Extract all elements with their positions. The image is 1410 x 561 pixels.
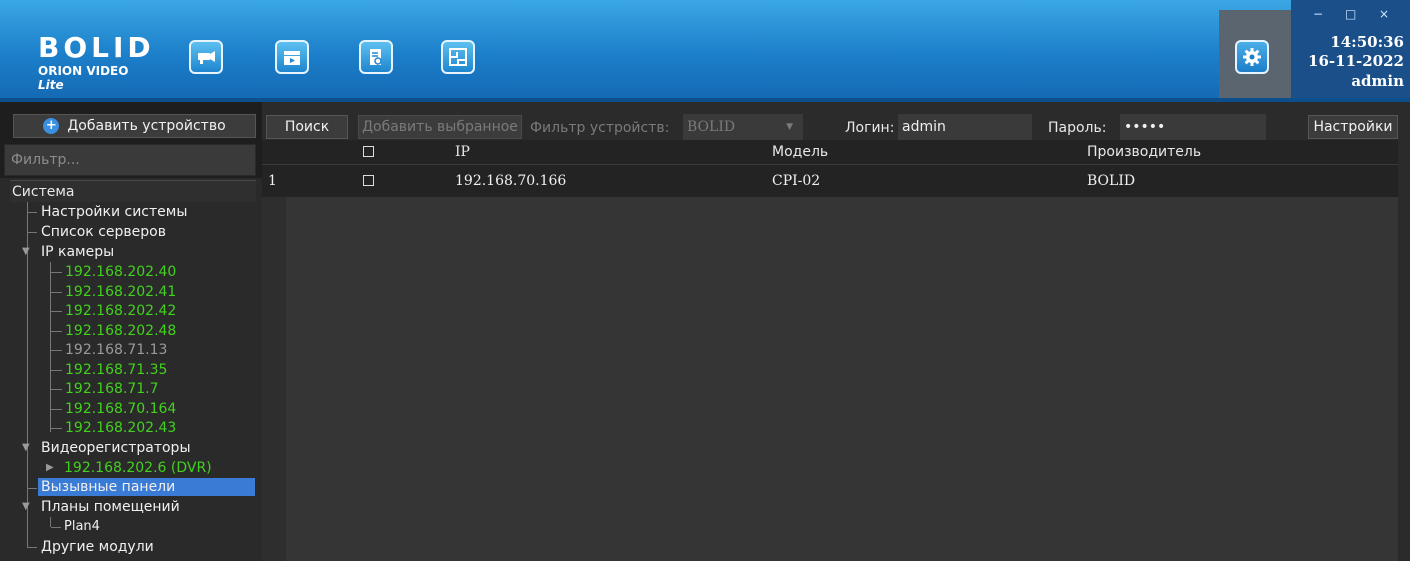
minimize-button[interactable]: − <box>1313 8 1323 20</box>
tree-item-camera[interactable]: 192.168.70.164 <box>65 399 176 419</box>
settings-button[interactable]: Настройки <box>1308 115 1398 139</box>
camera-icon[interactable] <box>189 40 223 74</box>
tree-item-ip-cameras[interactable]: IP камеры <box>41 242 114 262</box>
app-header: BOLID ORION VIDEO Lite − □ × 14:50:36 16… <box>0 0 1410 102</box>
row-gutter <box>262 164 286 561</box>
tree-item-camera[interactable]: 192.168.202.40 <box>65 262 176 282</box>
row-number: 1 <box>268 173 277 189</box>
table-row[interactable]: 1 192.168.70.166 CPI-02 BOLID <box>262 164 1398 197</box>
tree-line <box>51 369 62 371</box>
password-field[interactable]: ••••• <box>1120 114 1266 140</box>
tree-item-camera[interactable]: 192.168.71.7 <box>65 379 159 399</box>
tree-item-camera[interactable]: 192.168.202.41 <box>65 282 176 302</box>
device-filter-label: Фильтр устройств: <box>530 120 670 136</box>
cell-vendor: BOLID <box>1087 173 1136 189</box>
login-label: Логин: <box>845 120 895 136</box>
close-button[interactable]: × <box>1379 8 1389 20</box>
main-panel: Поиск Добавить выбранное Фильтр устройст… <box>262 102 1410 561</box>
logo-subtitle: ORION VIDEO Lite <box>38 64 129 92</box>
tree-item-other-modules[interactable]: Другие модули <box>41 537 154 557</box>
tree-item-dvr[interactable]: 192.168.202.6 (DVR) <box>64 458 212 478</box>
tree-line <box>51 272 62 273</box>
vertical-scrollbar[interactable] <box>1400 140 1410 561</box>
add-selected-button[interactable]: Добавить выбранное <box>358 115 522 139</box>
expand-triangle-icon[interactable]: ▶ <box>46 458 54 478</box>
collapse-triangle-icon[interactable]: ▼ <box>22 242 30 262</box>
password-label: Пароль: <box>1048 120 1107 136</box>
column-model[interactable]: Модель <box>772 140 828 164</box>
cell-ip: 192.168.70.166 <box>455 173 567 189</box>
tree-item-server-list[interactable]: Список серверов <box>41 222 166 242</box>
row-checkbox[interactable] <box>363 175 374 186</box>
tree-item-camera[interactable]: 192.168.202.42 <box>65 301 176 321</box>
tree-item-camera[interactable]: 192.168.71.13 <box>65 340 167 360</box>
tree-line <box>51 527 61 528</box>
filter-input[interactable] <box>4 144 256 176</box>
tree-item-floor-plans[interactable]: Планы помещений <box>41 497 180 517</box>
table-header: IP Модель Производитель <box>262 140 1398 164</box>
tree-item-camera[interactable]: 192.168.71.35 <box>65 360 167 380</box>
tree-line <box>51 408 62 410</box>
tree-line <box>51 350 62 351</box>
tree-item-nvrs[interactable]: Видеорегистраторы <box>41 438 191 458</box>
tree-line <box>51 311 62 312</box>
dropdown-arrow-icon: ▼ <box>786 122 793 132</box>
tree-line <box>28 488 37 489</box>
login-field[interactable]: admin <box>898 114 1032 140</box>
plus-icon: + <box>43 118 60 134</box>
gear-icon[interactable] <box>1235 40 1269 74</box>
column-vendor[interactable]: Производитель <box>1087 140 1201 164</box>
tree-line <box>51 291 62 293</box>
add-device-button[interactable]: + Добавить устройство <box>13 114 256 138</box>
tree-item-system-settings[interactable]: Настройки системы <box>41 202 187 222</box>
clock-time: 14:50:36 <box>1330 33 1404 51</box>
device-table: IP Модель Производитель 1 192.168.70.166… <box>262 140 1400 561</box>
tree-item-call-panels[interactable]: Вызывные панели <box>41 478 175 496</box>
tree-line <box>50 262 51 432</box>
clock-date: 16-11-2022 <box>1308 52 1404 70</box>
tree-item-camera[interactable]: 192.168.202.43 <box>65 418 176 438</box>
tree-item-plan4[interactable]: Plan4 <box>64 517 100 537</box>
report-icon[interactable] <box>359 40 393 74</box>
add-device-label: Добавить устройство <box>67 118 226 134</box>
floor-plan-icon[interactable] <box>441 40 475 74</box>
cell-model: CPI-02 <box>772 173 821 189</box>
tree-line <box>51 428 62 429</box>
collapse-triangle-icon[interactable]: ▼ <box>22 497 30 517</box>
collapse-triangle-icon[interactable]: ▼ <box>22 438 30 458</box>
tree-line <box>28 212 37 213</box>
maximize-button[interactable]: □ <box>1345 8 1356 20</box>
tree-line <box>28 232 37 233</box>
column-ip[interactable]: IP <box>455 140 470 164</box>
logo-brand: BOLID <box>38 31 155 64</box>
tree-line <box>27 527 28 547</box>
bolid-logo: BOLID ORION VIDEO Lite <box>38 31 158 93</box>
tree-line <box>51 389 62 390</box>
select-all-checkbox[interactable] <box>363 146 374 157</box>
search-button[interactable]: Поиск <box>266 115 348 139</box>
tree-line <box>28 547 37 548</box>
tree-item-camera[interactable]: 192.168.202.48 <box>65 321 176 341</box>
tree-root-system[interactable]: Система <box>10 180 256 202</box>
sidebar: + Добавить устройство Система Настройки … <box>0 102 262 561</box>
status-panel: − □ × 14:50:36 16-11-2022 admin <box>1291 0 1410 102</box>
tree-line <box>51 330 62 332</box>
video-archive-icon[interactable] <box>275 40 309 74</box>
current-user: admin <box>1351 72 1404 90</box>
tree-line <box>50 517 51 527</box>
vendor-select[interactable]: BOLID ▼ <box>683 114 803 140</box>
